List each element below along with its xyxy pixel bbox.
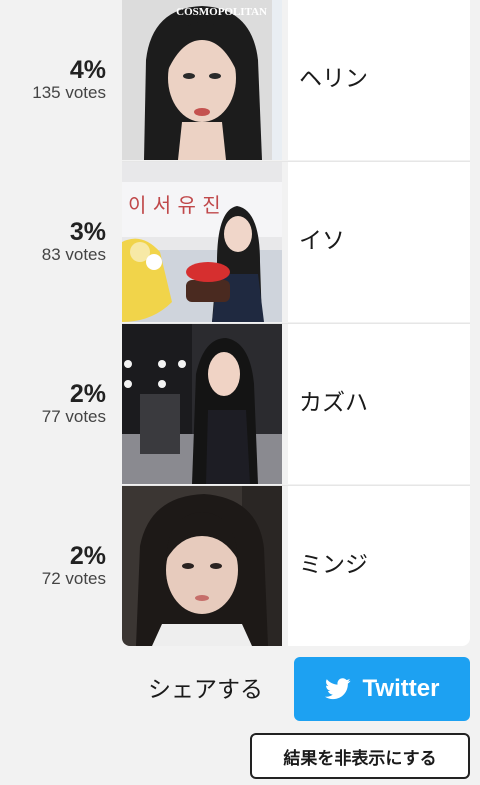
poll-results: 4% 135 votes COSMOPOLITAN ヘリン 3% 83 vote… xyxy=(0,0,480,785)
candidate-name: カズハ xyxy=(299,390,368,416)
candidate-name-cell: ヘリン xyxy=(288,0,470,160)
candidate-name-cell: カズハ xyxy=(288,324,470,484)
percent-value: 2% xyxy=(69,542,106,570)
portrait-image xyxy=(122,486,282,646)
percent-value: 4% xyxy=(69,56,106,84)
banner-text: 이 서 유 진 xyxy=(128,193,221,217)
percent-value: 2% xyxy=(69,380,106,408)
portrait-image xyxy=(122,324,282,484)
candidate-photo xyxy=(122,486,282,646)
candidate-photo xyxy=(122,324,282,484)
candidate-photo: COSMOPOLITAN xyxy=(122,0,282,160)
candidate-name: ミンジ xyxy=(299,552,368,578)
candidate-name: イソ xyxy=(299,228,345,254)
vote-count: 77 votes xyxy=(41,407,106,426)
result-stats: 4% 135 votes xyxy=(0,0,112,161)
candidate-photo: 이 서 유 진 xyxy=(122,162,282,322)
portrait-image: 이 서 유 진 xyxy=(122,162,282,322)
share-label: シェアする xyxy=(148,677,263,703)
twitter-button-label: Twitter xyxy=(362,675,440,702)
candidate-name-cell: ミンジ xyxy=(288,486,470,646)
magazine-logo: COSMOPOLITAN xyxy=(176,6,267,18)
result-row-1: 4% 135 votes COSMOPOLITAN ヘリン xyxy=(0,0,480,161)
candidate-name-cell: イソ xyxy=(288,162,470,322)
result-row-2: 3% 83 votes 이 서 유 진 イソ xyxy=(0,162,480,323)
hide-results-button[interactable]: 結果を非表示にする xyxy=(250,733,470,779)
twitter-share-button[interactable]: Twitter xyxy=(294,657,470,721)
vote-count: 83 votes xyxy=(41,245,106,264)
vote-count: 72 votes xyxy=(41,569,106,588)
portrait-image: COSMOPOLITAN xyxy=(122,0,282,160)
candidate-name: ヘリン xyxy=(299,66,368,92)
vote-count: 135 votes xyxy=(32,83,106,102)
result-row-3: 2% 77 votes カズハ xyxy=(0,324,480,485)
result-stats: 2% 72 votes xyxy=(0,486,112,647)
result-row-4: 2% 72 votes ミンジ xyxy=(0,486,480,647)
percent-value: 3% xyxy=(69,218,106,246)
result-stats: 3% 83 votes xyxy=(0,162,112,323)
result-stats: 2% 77 votes xyxy=(0,324,112,485)
twitter-bird-icon xyxy=(324,678,351,700)
